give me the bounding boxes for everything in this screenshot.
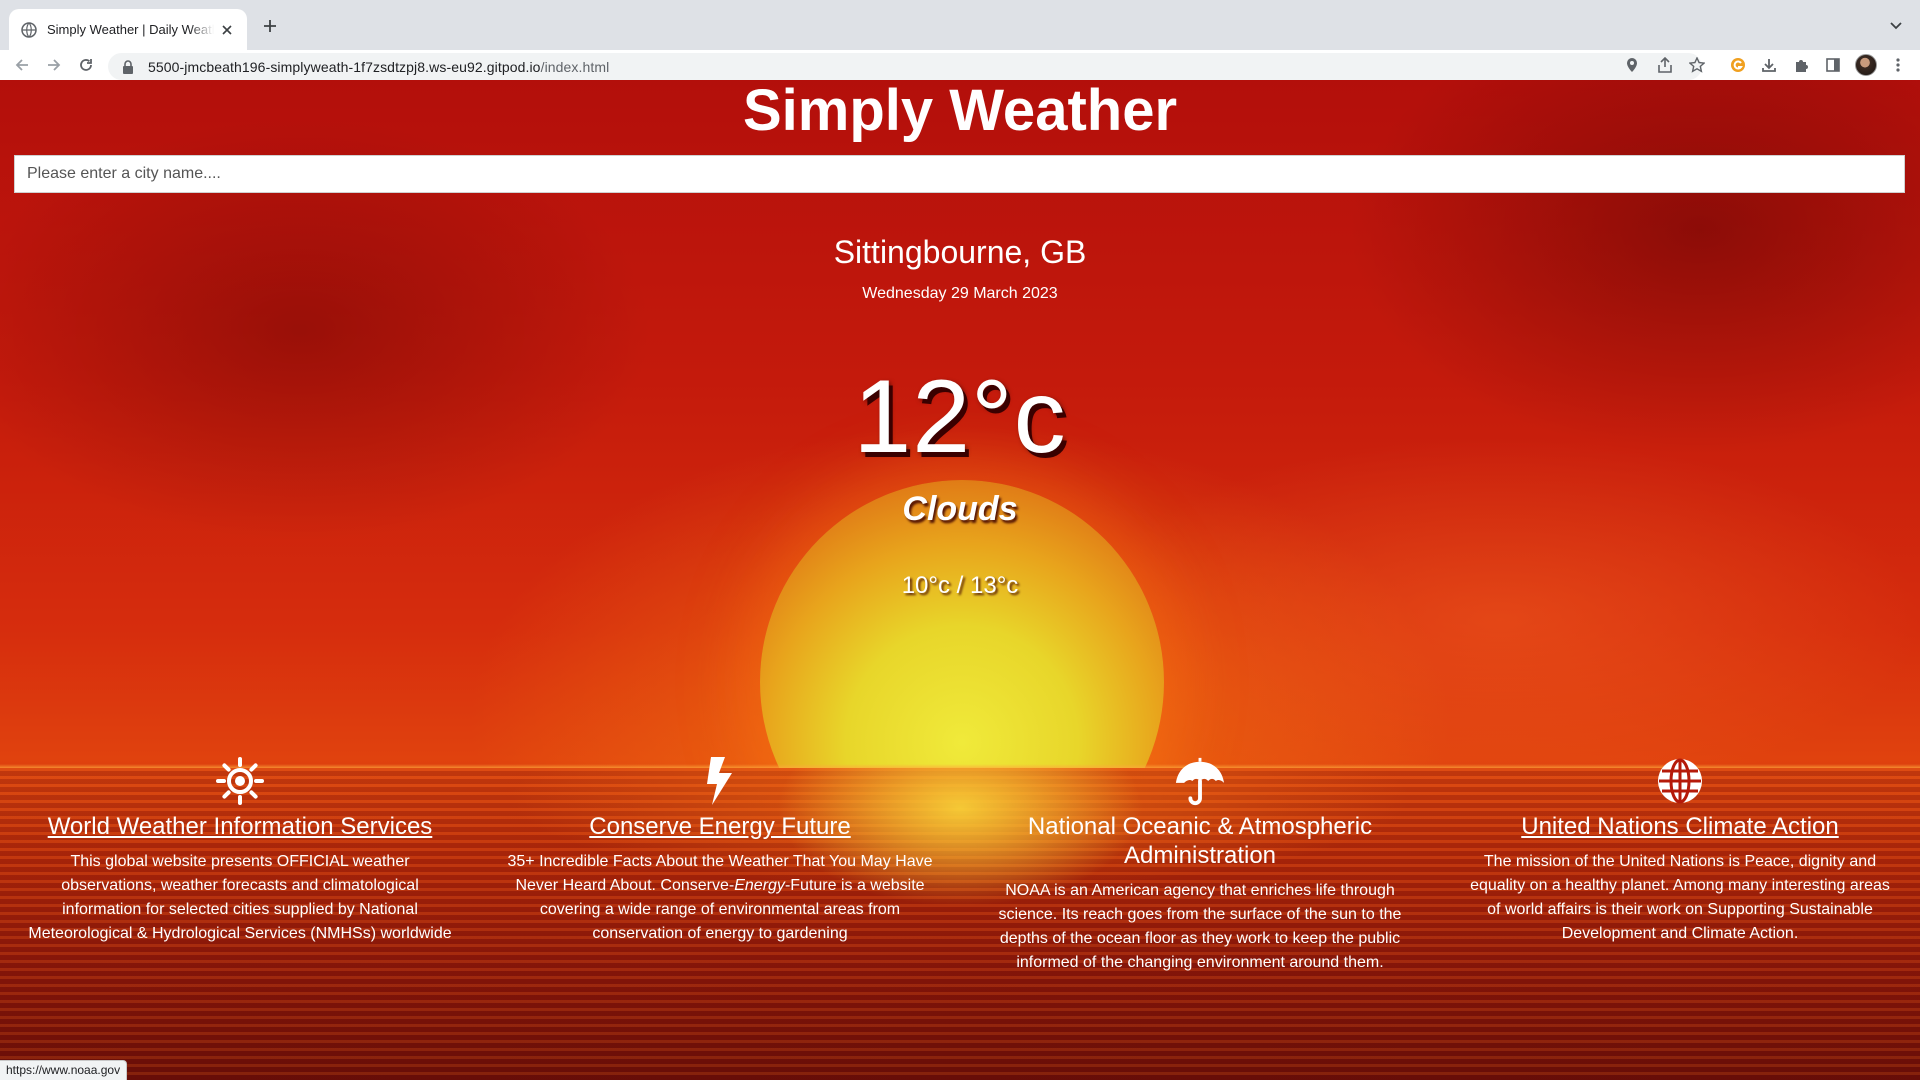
noaa-heading[interactable]: National Oceanic & Atmospheric Administr… — [978, 813, 1422, 871]
resource-card-wwis: World Weather Information Services This … — [0, 755, 480, 946]
share-icon[interactable] — [1653, 53, 1677, 77]
lock-icon[interactable] — [122, 59, 134, 74]
extensions-puzzle-icon[interactable] — [1789, 53, 1813, 77]
city-search-input[interactable] — [14, 155, 1905, 193]
back-button[interactable] — [10, 53, 34, 77]
grammarly-extension-icon[interactable] — [1726, 53, 1750, 77]
bookmark-star-icon[interactable] — [1685, 53, 1709, 77]
page-content: Simply Weather Sittingbourne, GB Wednesd… — [0, 80, 1920, 1080]
conserve-energy-description: 35+ Incredible Facts About the Weather T… — [507, 852, 933, 942]
wwis-link[interactable]: World Weather Information Services — [48, 813, 433, 842]
side-panel-icon[interactable] — [1821, 53, 1845, 77]
resource-card-un-climate: United Nations Climate Action The missio… — [1440, 755, 1920, 946]
un-climate-link[interactable]: United Nations Climate Action — [1521, 813, 1838, 842]
address-bar[interactable]: 5500-jmcbeath196-simplyweath-1f7zsdtzpj8… — [108, 53, 1702, 80]
link-hover-status-bar: https://www.noaa.gov — [0, 1060, 128, 1080]
current-date: Wednesday 29 March 2023 — [862, 285, 1058, 302]
city-name: Sittingbourne, GB — [833, 234, 1087, 270]
browser-menu-icon[interactable] — [1886, 53, 1910, 77]
globe-favicon-icon — [21, 21, 37, 38]
location-pin-icon[interactable] — [1620, 53, 1644, 77]
browser-toolbar: 5500-jmcbeath196-simplyweath-1f7zsdtzpj8… — [0, 50, 1920, 80]
browser-tab-strip: Simply Weather | Daily Weather — [0, 0, 1920, 50]
un-climate-description: The mission of the United Nations is Pea… — [1470, 852, 1890, 942]
min-max-temperature: 10°c / 13°c — [901, 572, 1019, 599]
reload-button[interactable] — [74, 53, 98, 77]
umbrella-icon — [1174, 755, 1226, 807]
tab-title: Simply Weather | Daily Weather — [47, 22, 214, 37]
lightning-bolt-icon — [694, 755, 746, 807]
site-title: Simply Weather — [742, 80, 1178, 143]
browser-tab-active[interactable]: Simply Weather | Daily Weather — [9, 9, 247, 50]
page-viewport: Simply Weather Sittingbourne, GB Wednesd… — [0, 80, 1920, 1080]
wwis-description: This global website presents OFFICIAL we… — [28, 852, 452, 942]
new-tab-button[interactable] — [256, 12, 284, 40]
conserve-energy-link[interactable]: Conserve Energy Future — [589, 813, 850, 842]
sun-icon — [214, 755, 266, 807]
weather-condition: Clouds — [902, 490, 1018, 528]
download-extension-icon[interactable] — [1757, 53, 1781, 77]
resource-links-section: World Weather Information Services This … — [0, 755, 1920, 1075]
profile-avatar[interactable] — [1855, 54, 1877, 76]
globe-icon — [1654, 755, 1706, 807]
tab-search-button[interactable] — [1882, 12, 1910, 40]
forward-button[interactable] — [42, 53, 66, 77]
resource-card-conserve-energy: Conserve Energy Future 35+ Incredible Fa… — [480, 755, 960, 946]
current-temperature: 12°c — [853, 359, 1067, 475]
close-tab-icon[interactable] — [220, 22, 235, 38]
noaa-description: NOAA is an American agency that enriches… — [998, 881, 1402, 971]
url-text: 5500-jmcbeath196-simplyweath-1f7zsdtzpj8… — [148, 58, 610, 75]
resource-card-noaa: National Oceanic & Atmospheric Administr… — [960, 755, 1440, 975]
